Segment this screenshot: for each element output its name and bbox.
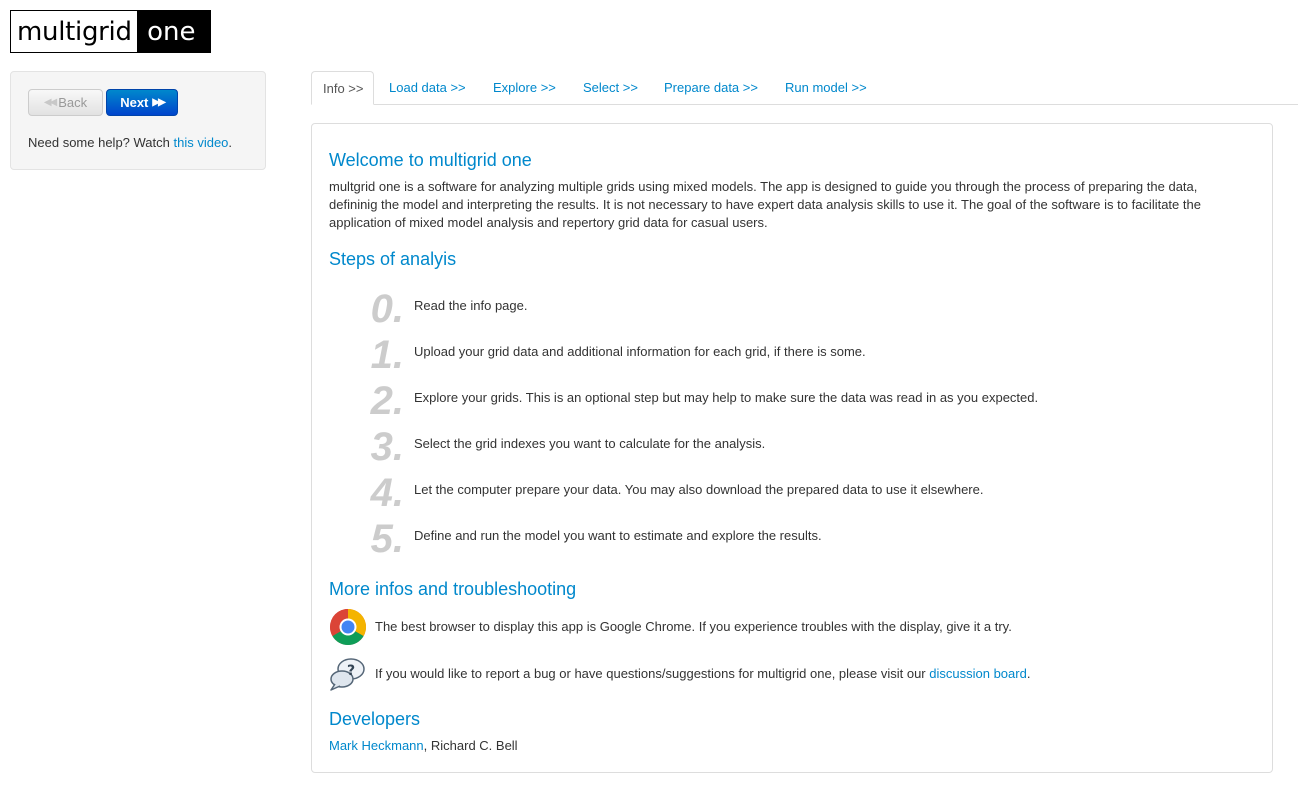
svg-text:?: ? [347,663,355,679]
chrome-icon [330,609,367,646]
step-item: 5. Define and run the model you want to … [360,516,1240,562]
developer-richard-bell: Richard C. Bell [430,738,518,753]
tab-load-data[interactable]: Load data >> [389,71,466,105]
steps-heading: Steps of analyis [329,249,457,269]
help-text: Need some help? Watch this video. [28,135,232,150]
developers-list: Mark Heckmann, Richard C. Bell [329,738,518,753]
step-item: 0. Read the info page. [360,286,1240,332]
double-chevron-left-icon: ◀◀ [43,97,57,108]
developer-link-mark-heckmann[interactable]: Mark Heckmann [329,738,424,753]
more-info-heading: More infos and troubleshooting [329,579,577,599]
developer-separator: , [423,738,431,753]
question-bubbles-icon: ? [330,658,365,691]
help-text-suffix: . [228,135,233,150]
bug-report-prefix: If you would like to report a bug or hav… [375,666,930,681]
tab-prepare-data[interactable]: Prepare data >> [664,71,758,105]
developers-heading: Developers [329,709,421,729]
step-text: Select the grid indexes you want to calc… [414,436,766,451]
bug-report-suffix: . [1026,666,1031,681]
logo-part-one: one [136,11,210,52]
welcome-text: multgrid one is a software for analyzing… [329,179,1201,230]
step-text: Define and run the model you want to est… [414,528,822,543]
step-item: 1. Upload your grid data and additional … [360,332,1240,378]
sidebar-panel: ◀◀ Back Next ▶▶ Need some help? Watch th… [10,71,266,170]
app-logo: multigrid one [10,10,211,53]
tab-bar: Info >> Load data >> Explore >> Select >… [311,71,1298,105]
tab-run-model[interactable]: Run model >> [785,71,867,105]
step-number: 0. [370,287,404,331]
tab-select[interactable]: Select >> [583,71,638,105]
logo-part-multigrid: multigrid [11,11,137,52]
discussion-board-link[interactable]: discussion board [929,666,1027,681]
step-text: Let the computer prepare your data. You … [414,482,984,497]
step-number: 1. [370,333,404,377]
bug-report-info: ? If you would like to report a bug or h… [329,655,1249,693]
next-button-label: Next [120,95,149,110]
welcome-heading: Welcome to multigrid one [329,150,532,170]
back-button-label: Back [58,95,88,110]
help-text-prefix: Need some help? Watch [28,135,174,150]
step-item: 4. Let the computer prepare your data. Y… [360,470,1240,516]
step-number: 5. [370,517,404,561]
step-number: 4. [370,471,404,515]
back-button[interactable]: ◀◀ Back [28,89,103,116]
browser-recommendation: The best browser to display this app is … [329,608,1249,646]
step-text: Explore your grids. This is an optional … [414,390,1039,405]
step-number: 2. [370,379,404,423]
step-item: 2. Explore your grids. This is an option… [360,378,1240,424]
help-video-link[interactable]: this video [173,135,228,150]
double-chevron-right-icon: ▶▶ [152,97,165,108]
next-button[interactable]: Next ▶▶ [106,89,178,116]
tab-info[interactable]: Info >> [311,71,375,105]
step-item: 3. Select the grid indexes you want to c… [360,424,1240,470]
step-text: Upload your grid data and additional inf… [414,344,866,359]
browser-text: The best browser to display this app is … [375,619,1012,634]
step-text: Read the info page. [414,298,528,313]
info-panel: Welcome to multigrid one multgrid one is… [311,123,1273,773]
tab-explore[interactable]: Explore >> [493,71,556,105]
bug-report-text: If you would like to report a bug or hav… [375,666,1030,681]
step-number: 3. [370,425,404,469]
